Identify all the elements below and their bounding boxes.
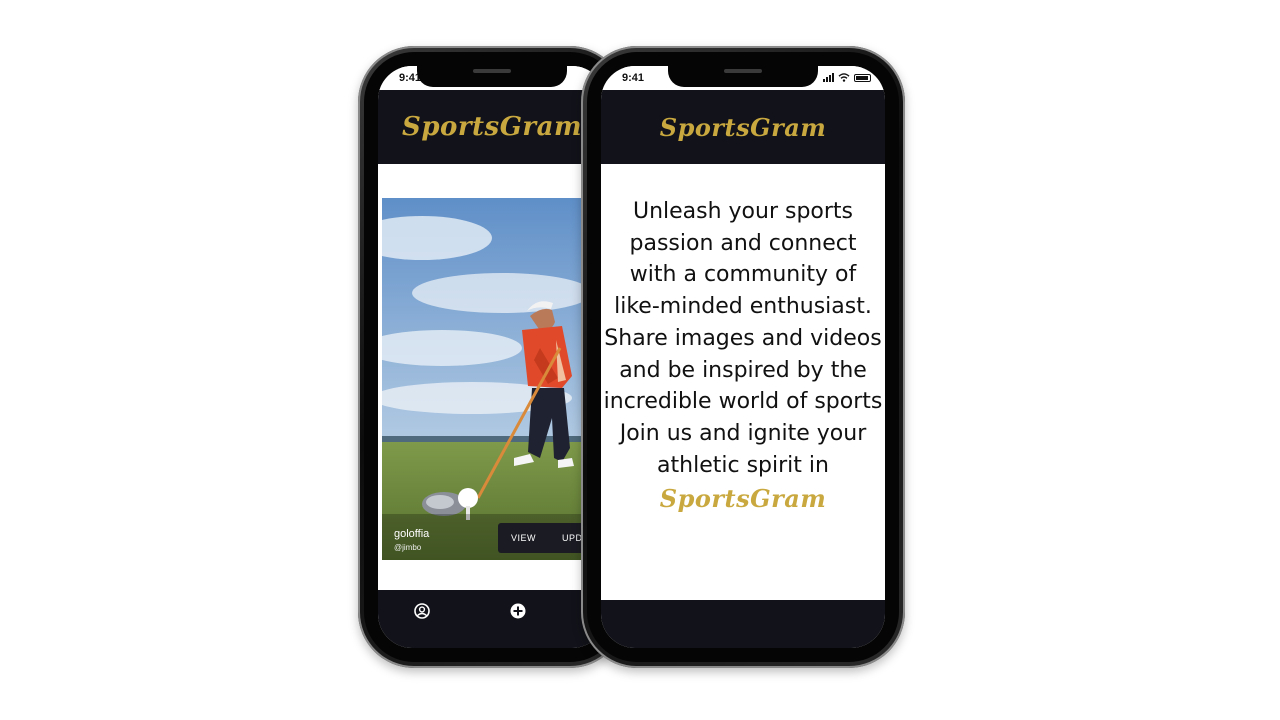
welcome-line: Share images and videos xyxy=(604,325,882,351)
app-header: SportsGram xyxy=(378,90,606,164)
welcome-line: like-minded enthusiast. xyxy=(614,294,872,320)
add-icon[interactable] xyxy=(509,602,527,620)
status-time: 9:41 xyxy=(622,72,645,84)
app-logo[interactable]: SportsGram xyxy=(660,113,826,142)
status-bar: 9:41 xyxy=(601,66,885,90)
post-footer: goloffia @jimbo VIEW UPDATE xyxy=(382,514,606,560)
post-username[interactable]: goloffia xyxy=(394,528,429,540)
post-handle: @jimbo xyxy=(394,543,422,552)
speaker xyxy=(473,69,511,73)
notch xyxy=(668,66,818,87)
welcome-line: incredible world of sports xyxy=(603,389,883,415)
welcome-screen: 9:41 SportsGram Unleash your sports pass… xyxy=(601,66,885,648)
welcome-text: Unleash your sports passion and connect … xyxy=(601,196,885,515)
welcome-line: athletic spirit in xyxy=(657,452,829,478)
welcome-brand: SportsGram xyxy=(659,484,827,514)
speaker xyxy=(724,69,762,73)
signal-icon xyxy=(823,73,834,82)
welcome-line: Unleash your sports xyxy=(632,199,854,224)
view-button[interactable]: VIEW xyxy=(498,523,549,553)
app-logo[interactable]: SportsGram xyxy=(402,112,582,142)
post-image xyxy=(382,198,606,560)
status-bar: 9:41 xyxy=(378,66,606,90)
welcome-line: with a community of xyxy=(629,262,857,288)
app-header: SportsGram xyxy=(601,90,885,164)
profile-icon[interactable] xyxy=(413,602,431,620)
system-icons xyxy=(823,73,871,82)
battery-icon xyxy=(854,74,871,82)
mockup-stage: 9:41 SportsGram goloffia @jimbo VIEW 9:4… xyxy=(0,0,1280,720)
notch xyxy=(417,66,567,87)
feed-screen: 9:41 SportsGram goloffia @jimbo VIEW xyxy=(378,66,606,648)
welcome-line: passion and connect xyxy=(629,230,857,256)
bottom-nav xyxy=(378,590,606,648)
welcome-line: Join us and ignite your xyxy=(619,420,867,446)
wifi-icon xyxy=(838,73,850,82)
bottom-bar xyxy=(601,600,885,648)
welcome-line: and be inspired by the xyxy=(619,357,867,383)
phone-welcome: 9:41 SportsGram Unleash your sports pass… xyxy=(581,46,905,668)
post-card[interactable]: goloffia @jimbo VIEW UPDATE xyxy=(382,198,606,560)
